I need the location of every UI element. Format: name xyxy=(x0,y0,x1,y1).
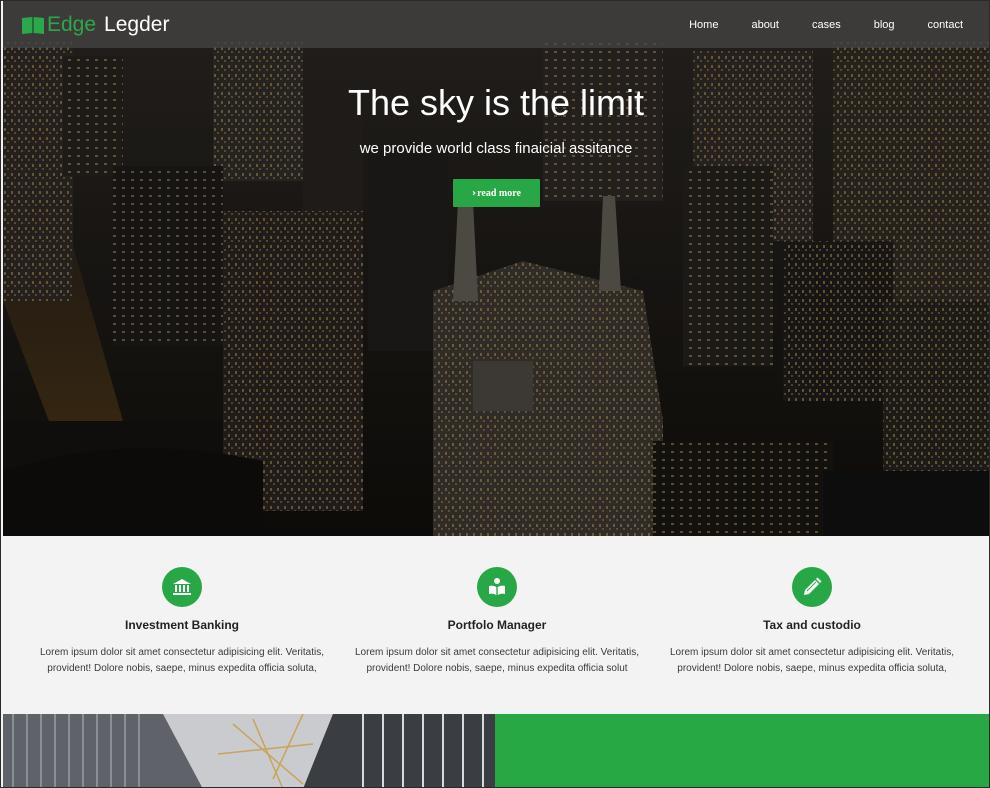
nav-item-contact[interactable]: contact xyxy=(928,19,963,31)
main-nav: Home about cases blog contact xyxy=(656,1,963,48)
chevron-right-icon: › xyxy=(472,187,477,199)
service-description-line: Lorem ipsum dolor sit amet consectetur a… xyxy=(39,647,324,658)
nav-item-cases[interactable]: cases xyxy=(812,19,841,31)
service-description-line: provident! Dolore nobis, saepe, minus ex… xyxy=(366,663,628,674)
service-description: Lorem ipsum dolor sit amet consectetur a… xyxy=(654,645,970,677)
bottom-section xyxy=(3,714,989,787)
brand-name-primary: Edge xyxy=(47,13,97,36)
office-interior-image xyxy=(3,714,495,787)
nav-item-about[interactable]: about xyxy=(751,19,779,31)
reader-icon xyxy=(477,567,517,607)
brand-logo[interactable]: Edge Legder xyxy=(21,11,169,39)
hero-title: The sky is the limit xyxy=(347,82,645,123)
service-title: Tax and custodio xyxy=(763,618,861,632)
service-description: Lorem ipsum dolor sit amet consectetur a… xyxy=(339,645,655,677)
hero-section: Edge Legder Home about cases blog contac… xyxy=(3,1,989,536)
page-frame: Edge Legder Home about cases blog contac… xyxy=(0,0,990,788)
hero-subtitle: we provide world class finaicial assitan… xyxy=(359,140,633,157)
service-title: Investment Banking xyxy=(124,618,240,632)
service-description: Lorem ipsum dolor sit amet consectetur a… xyxy=(24,645,340,677)
services-section: Investment Banking Lorem ipsum dolor sit… xyxy=(3,536,989,714)
book-icon xyxy=(21,15,45,35)
top-navbar: Edge Legder Home about cases blog contac… xyxy=(3,1,989,48)
service-title: Portfolo Manager xyxy=(447,618,547,632)
nav-item-home[interactable]: Home xyxy=(689,19,718,31)
brand-name-secondary: Legder xyxy=(104,13,170,36)
service-description-line: provident! Dolore nobis, saepe, minus ex… xyxy=(677,663,947,674)
service-description-line: Lorem ipsum dolor sit amet consectetur a… xyxy=(354,647,639,658)
green-panel xyxy=(495,714,989,787)
pencil-icon xyxy=(792,567,832,607)
service-description-line: Lorem ipsum dolor sit amet consectetur a… xyxy=(669,647,954,658)
read-more-label: read more xyxy=(477,187,521,199)
bank-icon xyxy=(162,567,202,607)
nav-item-blog[interactable]: blog xyxy=(874,19,895,31)
service-description-line: provident! Dolore nobis, saepe, minus ex… xyxy=(47,663,317,674)
read-more-button[interactable]: › read more xyxy=(453,179,540,207)
